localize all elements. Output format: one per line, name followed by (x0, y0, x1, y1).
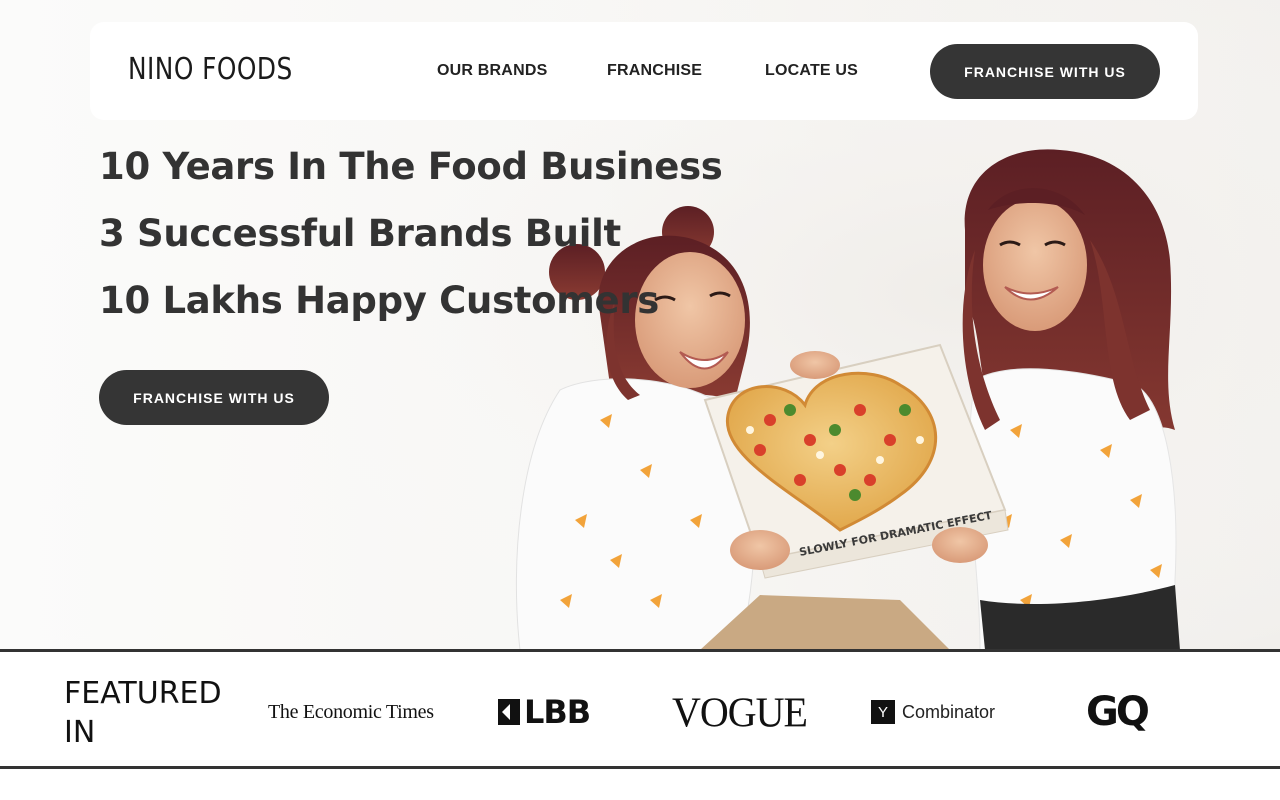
navbar: NINO FOODS OUR BRANDS FRANCHISE LOCATE U… (90, 22, 1198, 120)
hero-line-customers: 10 Lakhs Happy Customers (99, 279, 660, 322)
featured-in-label: FEATURED IN (64, 674, 244, 752)
featured-label-line2: IN (64, 715, 96, 750)
brand-logo[interactable]: NINO FOODS (128, 52, 293, 87)
nav-link-locate-us[interactable]: LOCATE US (765, 62, 858, 80)
featured-in-bar: FEATURED IN The Economic Times LBB VOGUE… (0, 649, 1280, 769)
nav-link-franchise[interactable]: FRANCHISE (607, 62, 702, 80)
nav-link-our-brands[interactable]: OUR BRANDS (437, 62, 547, 80)
lbb-text: LBB (524, 693, 591, 731)
lbb-logo[interactable]: LBB (496, 690, 591, 734)
gq-logo[interactable]: GQ (1086, 689, 1150, 735)
y-combinator-logo[interactable]: Y Combinator (871, 690, 995, 734)
yc-text: Combinator (902, 701, 996, 722)
nav-franchise-button[interactable]: FRANCHISE WITH US (930, 44, 1160, 99)
vogue-logo[interactable]: VOGUE (672, 688, 808, 735)
featured-label-line1: FEATURED (64, 676, 222, 711)
hero-franchise-button[interactable]: FRANCHISE WITH US (99, 370, 329, 425)
hero-line-brands: 3 Successful Brands Built (99, 212, 621, 255)
lbb-mark-icon (498, 699, 520, 725)
hero-line-years: 10 Years In The Food Business (99, 145, 723, 188)
yc-mark-icon: Y (871, 700, 895, 724)
economic-times-logo[interactable]: The Economic Times (268, 690, 434, 734)
face-right (983, 199, 1087, 331)
